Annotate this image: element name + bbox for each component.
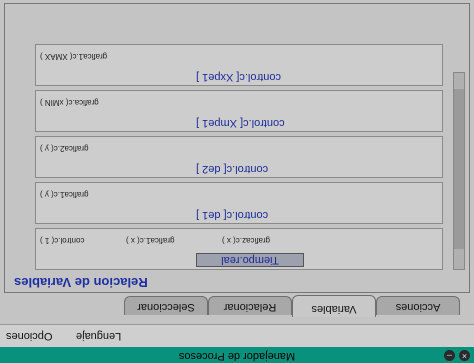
variable-value[interactable]: control.c[ de1 ]: [196, 209, 268, 221]
variable-row[interactable]: control.c[ de1 ] grafica1.c( y ): [35, 182, 443, 224]
variable-value[interactable]: control.c[ Xmpe1 ]: [196, 117, 285, 129]
variable-row[interactable]: control.c[ de2 ] grafica2.c( y ): [35, 136, 443, 178]
vertical-scrollbar[interactable]: [453, 72, 465, 270]
menu-bar: Opciones Lenguaje: [0, 324, 474, 347]
graph-variable-label: grafica1.c( y ): [40, 190, 89, 199]
graph-variable-label: graficaz.c( x ): [222, 236, 271, 245]
graph-variable-label: grafica2.c( y ): [40, 144, 89, 153]
application-window: Manejador de Procesos × – Opciones Lengu…: [0, 0, 474, 363]
menu-lenguaje[interactable]: Lenguaje: [76, 330, 121, 342]
tab-strip: Acciones Variables Relacionar Selecciona…: [0, 293, 474, 317]
graph-variable-label: control.c( 1 ): [40, 236, 85, 245]
tab-variables[interactable]: Variables: [292, 295, 376, 317]
variable-row[interactable]: control.c[ Xxpe1 ] grafica1.c( XMAX ): [35, 44, 443, 86]
variable-row[interactable]: control.c[ Xmpe1 ] grafica.c( xMIN ): [35, 90, 443, 132]
graph-variable-label: grafica.c( xMIN ): [40, 98, 99, 107]
variables-panel: Relacion de Variables Tiempo.real contro…: [4, 3, 470, 293]
graph-variable-label: grafica1.c( XMAX ): [40, 52, 108, 61]
variable-row[interactable]: Tiempo.real control.c( 1 ) grafica1.c( x…: [35, 228, 443, 270]
title-bar: Manejador de Procesos × –: [0, 347, 474, 363]
scrollbar-thumb[interactable]: [454, 89, 464, 249]
section-title: Relacion de Variables: [14, 275, 148, 290]
graph-variable-label: grafica1.c( x ): [126, 236, 175, 245]
variable-value[interactable]: control.c[ de2 ]: [196, 163, 268, 175]
menu-opciones[interactable]: Opciones: [6, 330, 52, 342]
variable-value[interactable]: control.c[ Xxpe1 ]: [196, 71, 281, 83]
tab-relacionar[interactable]: Relacionar: [208, 296, 292, 315]
tab-seleccionar[interactable]: Seleccionar: [124, 296, 208, 315]
window-title: Manejador de Procesos: [178, 350, 296, 362]
tab-acciones[interactable]: Acciones: [376, 296, 460, 315]
variable-value-highlighted[interactable]: Tiempo.real: [196, 253, 304, 267]
close-icon[interactable]: ×: [459, 350, 470, 361]
minimize-icon[interactable]: –: [444, 350, 455, 361]
